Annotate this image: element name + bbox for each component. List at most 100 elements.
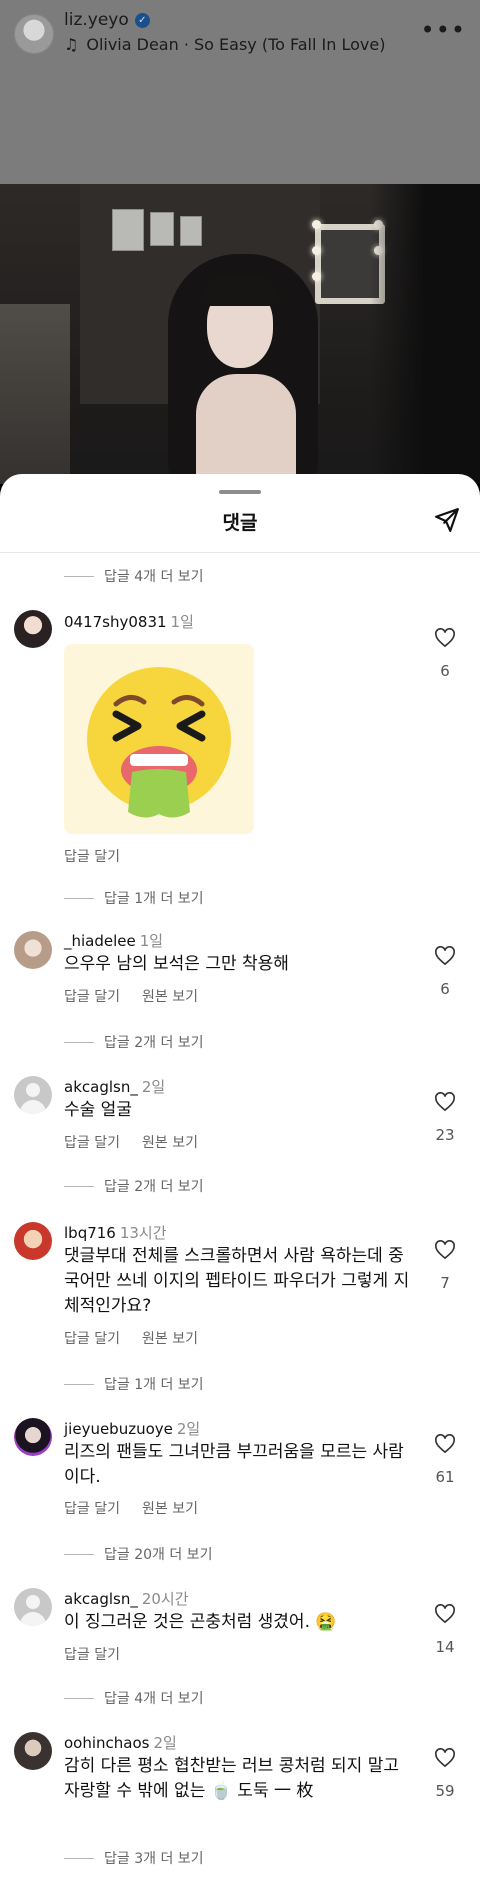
sheet-title: 댓글 (222, 512, 258, 534)
more-horizontal-icon[interactable]: ••• (421, 16, 466, 44)
heart-icon[interactable] (434, 1604, 456, 1624)
background-clutter (0, 304, 70, 484)
like-count: 6 (440, 662, 450, 680)
heart-icon[interactable] (434, 1240, 456, 1260)
commenter-avatar[interactable] (14, 1732, 52, 1770)
commenter-avatar[interactable] (14, 1076, 52, 1114)
mirror-bulb (312, 272, 321, 281)
commenter-username[interactable]: akcaglsn_ (64, 1590, 138, 1608)
commenter-username[interactable]: lbq716 (64, 1224, 116, 1242)
view-more-label[interactable]: 답글 2개 더 보기 (104, 1176, 204, 1196)
divider-line (64, 575, 94, 577)
author-row[interactable]: liz.yeyo ✓ (64, 10, 150, 30)
mirror-bulb (312, 220, 321, 229)
comments-sheet: 댓글 답글 4개 더 보기 0417shy0831 1일 답글 달기 6 답글 1… (0, 474, 480, 1886)
view-more-label[interactable]: 답글 1개 더 보기 (104, 1374, 204, 1394)
commenter-username[interactable]: oohinchaos (64, 1734, 149, 1752)
view-more-replies[interactable]: 답글 2개 더 보기 (64, 1032, 204, 1052)
comment-actions: 답글 달기 (64, 846, 120, 866)
wall-paper (150, 212, 174, 246)
heart-icon[interactable] (434, 1434, 456, 1454)
comment-header[interactable]: 0417shy0831 1일 (64, 611, 194, 632)
comment-sticker[interactable] (64, 644, 254, 834)
subject-body (196, 374, 296, 484)
comment-time: 20시간 (141, 1590, 189, 1608)
vomit-emoji-icon (87, 667, 231, 818)
reply-button[interactable]: 답글 달기 (64, 1328, 120, 1348)
reply-button[interactable]: 답글 달기 (64, 1132, 120, 1152)
commenter-avatar[interactable] (14, 610, 52, 648)
comment-header[interactable]: jieyuebuzuoye 2일 (64, 1418, 200, 1439)
commenter-avatar[interactable] (14, 1222, 52, 1260)
comment-header[interactable]: akcaglsn_ 2일 (64, 1076, 165, 1097)
comment-actions: 답글 달기 (64, 1644, 120, 1664)
author-avatar[interactable] (14, 14, 54, 54)
song-row[interactable]: ♫ Olivia Dean · So Easy (To Fall In Love… (64, 35, 385, 54)
wall-paper (180, 216, 202, 246)
comment-header[interactable]: akcaglsn_ 20시간 (64, 1588, 189, 1609)
comment-actions: 답글 달기 원본 보기 (64, 1498, 198, 1518)
song-title[interactable]: Olivia Dean · So Easy (To Fall In Love) (86, 35, 385, 54)
view-more-replies[interactable]: 답글 1개 더 보기 (64, 1374, 204, 1394)
comment-time: 2일 (141, 1078, 166, 1096)
background-shadow (370, 184, 480, 484)
post-header: liz.yeyo ✓ ♫ Olivia Dean · So Easy (To F… (0, 0, 480, 184)
comment-header[interactable]: oohinchaos 2일 (64, 1732, 177, 1753)
view-more-label[interactable]: 답글 20개 더 보기 (104, 1544, 212, 1564)
commenter-username[interactable]: jieyuebuzuoye (64, 1420, 173, 1438)
music-note-icon: ♫ (64, 35, 79, 54)
mirror-bulb (312, 246, 321, 255)
view-more-label[interactable]: 답글 4개 더 보기 (104, 1688, 204, 1708)
heart-icon[interactable] (434, 1092, 456, 1112)
see-original-button[interactable]: 원본 보기 (142, 1498, 198, 1518)
comment-actions: 답글 달기 원본 보기 (64, 1132, 198, 1152)
like-count: 61 (435, 1468, 455, 1486)
comment-header[interactable]: lbq716 13시간 (64, 1222, 167, 1243)
subject-bangs (200, 276, 280, 306)
heart-icon[interactable] (434, 628, 456, 648)
commenter-username[interactable]: _hiadelee (64, 932, 136, 950)
reply-button[interactable]: 답글 달기 (64, 1498, 120, 1518)
commenter-username[interactable]: 0417shy0831 (64, 613, 167, 631)
commenter-avatar[interactable] (14, 931, 52, 969)
view-more-replies[interactable]: 답글 20개 더 보기 (64, 1544, 212, 1564)
comment-actions: 답글 달기 원본 보기 (64, 1328, 198, 1348)
divider-line (64, 1857, 94, 1859)
comment-time: 2일 (176, 1420, 201, 1438)
view-more-replies[interactable]: 답글 3개 더 보기 (64, 1848, 204, 1868)
commenter-username[interactable]: akcaglsn_ (64, 1078, 138, 1096)
view-more-replies[interactable]: 답글 1개 더 보기 (64, 888, 204, 908)
view-more-label[interactable]: 답글 4개 더 보기 (104, 566, 204, 586)
author-username[interactable]: liz.yeyo (64, 10, 129, 30)
comment-header[interactable]: _hiadelee 1일 (64, 930, 163, 951)
view-more-replies[interactable]: 답글 4개 더 보기 (64, 1688, 204, 1708)
commenter-avatar[interactable] (14, 1418, 52, 1456)
comment-text: 이 징그러운 것은 곤충처럼 생겼어. 🤮 (64, 1612, 337, 1632)
like-count: 6 (440, 980, 450, 998)
send-icon[interactable] (434, 507, 460, 533)
view-more-label[interactable]: 답글 2개 더 보기 (104, 1032, 204, 1052)
view-more-label[interactable]: 답글 3개 더 보기 (104, 1848, 204, 1868)
see-original-button[interactable]: 원본 보기 (142, 1328, 198, 1348)
reply-button[interactable]: 답글 달기 (64, 846, 120, 866)
commenter-avatar[interactable] (14, 1588, 52, 1626)
comment-text: 리즈의 팬들도 그녀만큼 부끄러움을 모르는 사람이다. (64, 1442, 404, 1487)
view-more-label[interactable]: 답글 1개 더 보기 (104, 888, 204, 908)
see-original-button[interactable]: 원본 보기 (142, 1132, 198, 1152)
comment-text: 으우우 남의 보석은 그만 착용해 (64, 954, 289, 974)
comment-time: 1일 (170, 613, 194, 631)
divider-line (64, 897, 94, 899)
post-photo (0, 184, 480, 484)
like-count: 7 (440, 1274, 450, 1292)
reply-button[interactable]: 답글 달기 (64, 1644, 120, 1664)
heart-icon[interactable] (434, 1748, 456, 1768)
comment-text: 감히 다른 평소 협찬받는 러브 콩처럼 되지 말고 자랑할 수 밖에 없는 🍵… (64, 1756, 399, 1801)
heart-icon[interactable] (434, 946, 456, 966)
view-more-replies[interactable]: 답글 4개 더 보기 (64, 566, 204, 586)
comment-text: 댓글부대 전체를 스크롤하면서 사람 욕하는데 중국어만 쓰네 이지의 펩타이드… (64, 1246, 410, 1316)
drag-handle[interactable] (219, 490, 261, 494)
divider-line (64, 1697, 94, 1699)
reply-button[interactable]: 답글 달기 (64, 986, 120, 1006)
view-more-replies[interactable]: 답글 2개 더 보기 (64, 1176, 204, 1196)
see-original-button[interactable]: 원본 보기 (142, 986, 198, 1006)
